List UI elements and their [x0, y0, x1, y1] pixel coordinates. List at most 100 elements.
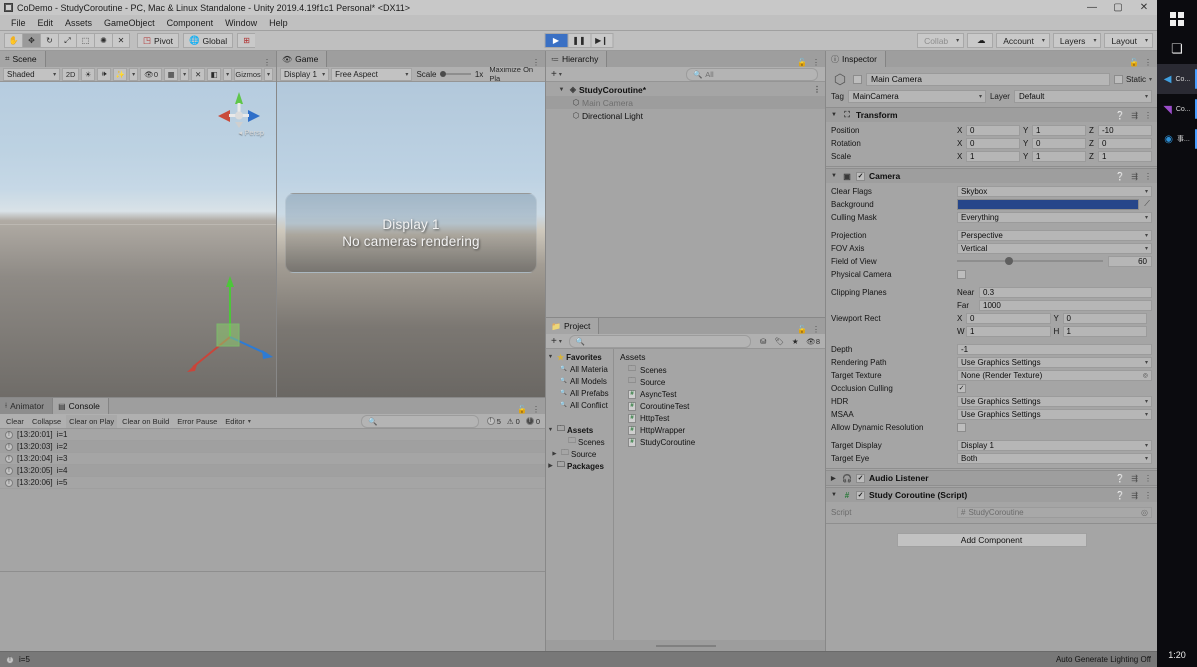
warning-count-toggle[interactable]: ⚠ 0 — [505, 415, 522, 428]
project-zoom-slider[interactable] — [546, 640, 825, 651]
tab-console[interactable]: ▤ Console — [53, 398, 109, 414]
project-asset-list[interactable]: Assets 🗀 Scenes 🗀 Source # AsyncTest # C… — [614, 349, 825, 640]
lock-icon[interactable]: 🔓 — [517, 405, 527, 414]
collapse-toggle[interactable]: Collapse — [29, 415, 64, 428]
scene-visibility-toggle[interactable]: 👁 0 — [140, 67, 163, 81]
project-search-input[interactable]: 🔍 — [568, 334, 752, 348]
layers-dropdown[interactable]: Layers ▾ — [1052, 33, 1102, 48]
hand-tool-icon[interactable]: ✋ — [4, 33, 22, 48]
scene-move-gizmo[interactable] — [185, 272, 275, 382]
preset-icon[interactable]: ⇶ — [1131, 491, 1138, 500]
static-toggle[interactable]: Static ▾ — [1113, 74, 1152, 84]
depth-field[interactable]: -1 — [957, 343, 1152, 355]
layout-dropdown[interactable]: Layout ▾ — [1104, 33, 1153, 48]
2d-toggle[interactable]: 2D — [62, 67, 80, 81]
hierarchy-row-scene[interactable]: ▼ ◈ StudyCoroutine* ⋮ — [546, 83, 825, 96]
play-button[interactable]: ▶ — [544, 33, 567, 48]
tab-inspector[interactable]: ⓘ Inspector — [826, 51, 886, 67]
project-tree-favorites[interactable]: ▼ ★ Favorites — [546, 351, 613, 363]
chevron-right-icon[interactable]: ▶ — [831, 475, 838, 482]
scale-z-field[interactable]: 1 — [1098, 150, 1152, 162]
step-button[interactable]: ▶❙ — [590, 33, 613, 48]
project-tree-all-materials[interactable]: 🔍 All Materia — [546, 363, 613, 375]
kebab-menu-icon[interactable]: ⋮ — [812, 58, 820, 67]
clipping-far-field[interactable]: 1000 — [979, 299, 1152, 311]
status-message[interactable]: i=5 — [19, 655, 30, 664]
taskbar-app-visualstudio[interactable]: ◥ Co... — [1157, 94, 1197, 124]
global-toggle[interactable]: 🌐 Global — [182, 33, 234, 48]
msaa-dropdown[interactable]: Use Graphics Settings ▾ — [957, 408, 1152, 420]
tab-hierarchy[interactable]: ≔ Hierarchy — [546, 51, 608, 67]
snap-increment-icon[interactable]: ⊞ — [237, 33, 256, 48]
project-visibility-icon[interactable]: 👁8 — [804, 335, 822, 348]
chevron-right-icon[interactable]: ▶ — [546, 463, 555, 469]
study-coroutine-header[interactable]: ▼ # ✓ Study Coroutine (Script) ❔ ⇶ ⋮ — [826, 488, 1157, 502]
script-objectfield[interactable]: # StudyCoroutine ◎ — [957, 506, 1152, 518]
menu-gameobject[interactable]: GameObject — [98, 15, 161, 31]
console-log-list[interactable]: ! [13:20:01] i=1 ! [13:20:03] i=2 ! [13:… — [0, 429, 545, 571]
projection-dropdown[interactable]: Perspective ▾ — [957, 229, 1152, 241]
slider-knob[interactable] — [1005, 257, 1014, 265]
object-picker-icon[interactable]: ◎ — [1143, 372, 1148, 379]
gameobject-name-field[interactable]: Main Camera — [866, 72, 1110, 86]
preset-icon[interactable]: ⇶ — [1131, 111, 1138, 120]
allow-dynamic-resolution-checkbox[interactable] — [957, 422, 966, 432]
lock-icon[interactable]: 🔓 — [1129, 58, 1139, 67]
chevron-right-icon[interactable]: ▶ — [550, 451, 559, 457]
viewport-w-field[interactable]: 1 — [966, 325, 1051, 337]
scene-fx-toggle[interactable]: ✨ — [113, 67, 128, 81]
chevron-down-icon[interactable]: ▼ — [546, 354, 555, 360]
target-display-dropdown[interactable]: Display 1 ▾ — [957, 439, 1152, 451]
gizmos-dropdown[interactable]: Gizmos — [234, 67, 262, 81]
physical-camera-checkbox[interactable] — [957, 269, 966, 279]
gizmos-caret[interactable]: ▾ — [264, 67, 273, 81]
preset-icon[interactable]: ⇶ — [1131, 172, 1138, 181]
chevron-down-icon[interactable]: ▼ — [556, 87, 567, 93]
position-x-field[interactable]: 0 — [966, 124, 1020, 136]
scale-slider[interactable] — [440, 71, 471, 77]
background-color-field[interactable] — [957, 198, 1139, 210]
project-item-source[interactable]: 🗀 Source — [614, 376, 825, 388]
project-tree-scenes[interactable]: 🗀 Scenes — [546, 436, 613, 448]
scene-perspective-label[interactable]: ◂ Persp — [239, 128, 264, 137]
menu-edit[interactable]: Edit — [32, 15, 60, 31]
help-icon[interactable]: ❔ — [1115, 491, 1125, 500]
chevron-down-icon[interactable]: ▼ — [831, 173, 838, 179]
tab-scene[interactable]: ⌗ Scene — [0, 51, 46, 67]
hierarchy-row-main-camera[interactable]: ⬡ Main Camera — [546, 96, 825, 109]
scale-x-field[interactable]: 1 — [966, 150, 1020, 162]
clear-button[interactable]: Clear — [3, 415, 27, 428]
project-tree-packages[interactable]: ▶ 🗀 Packages — [546, 460, 613, 472]
draw-mode-dropdown[interactable]: Shaded ▾ — [3, 67, 61, 81]
move-tool-icon[interactable]: ✥ — [22, 33, 40, 48]
collab-dropdown[interactable]: Collab ▾ — [917, 33, 965, 48]
scene-viewport[interactable]: ◂ Persp — [0, 82, 276, 397]
gizmo-preview-dropdown[interactable]: ▾ — [223, 67, 233, 81]
hdr-dropdown[interactable]: Use Graphics Settings ▾ — [957, 395, 1152, 407]
pivot-toggle[interactable]: ◳ Pivot — [137, 33, 179, 48]
error-pause-toggle[interactable]: Error Pause — [174, 415, 220, 428]
display-dropdown[interactable]: Display 1 ▾ — [280, 67, 330, 81]
log-entry[interactable]: ! [13:20:04] i=3 — [0, 453, 545, 465]
game-viewport[interactable]: Display 1 No cameras rendering — [277, 82, 545, 397]
create-asset-button[interactable]: + ▾ — [549, 335, 564, 348]
clear-flags-dropdown[interactable]: Skybox ▾ — [957, 185, 1152, 197]
kebab-menu-icon[interactable]: ⋮ — [532, 405, 540, 414]
rotate-tool-icon[interactable]: ↻ — [40, 33, 58, 48]
project-item-coroutinetest[interactable]: # CoroutineTest — [614, 400, 825, 412]
close-button[interactable]: ✕ — [1131, 0, 1157, 15]
tag-dropdown[interactable]: MainCamera ▾ — [847, 90, 986, 103]
aspect-dropdown[interactable]: Free Aspect ▾ — [331, 67, 413, 81]
occlusion-culling-checkbox[interactable]: ✓ — [957, 383, 966, 393]
account-dropdown[interactable]: Account ▾ — [996, 33, 1050, 48]
error-count-toggle[interactable]: ! 0 — [524, 415, 542, 428]
transform-tool-icon[interactable]: ✺ — [94, 33, 112, 48]
scene-camera-settings[interactable]: ▦ — [164, 67, 179, 81]
add-component-button[interactable]: Add Component — [896, 533, 1087, 547]
filter-by-label-icon[interactable]: 🏷 — [772, 335, 786, 348]
minimize-button[interactable]: — — [1079, 0, 1105, 15]
gameobject-active-checkbox[interactable] — [853, 74, 862, 84]
menu-file[interactable]: File — [5, 15, 32, 31]
kebab-menu-icon[interactable]: ⋮ — [1144, 172, 1152, 181]
kebab-menu-icon[interactable]: ⋮ — [813, 85, 821, 94]
